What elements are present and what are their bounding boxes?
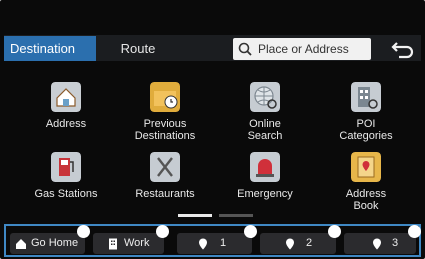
- menu-online-search[interactable]: Online Search: [215, 82, 315, 142]
- menu-online-search-label: Online Search: [247, 118, 283, 142]
- office-building-icon: [109, 238, 117, 250]
- page-indicator: [219, 214, 253, 217]
- go-home-label: Go Home: [31, 237, 79, 249]
- menu-emergency[interactable]: Emergency: [215, 152, 315, 200]
- favorite-3-button[interactable]: 3: [344, 225, 421, 254]
- address-book-icon: [351, 152, 381, 182]
- tab-route[interactable]: Route: [98, 36, 178, 61]
- add-icon[interactable]: [328, 225, 341, 238]
- menu-previous-destinations-label: Previous Destinations: [134, 118, 196, 142]
- menu-address[interactable]: Address: [16, 82, 116, 130]
- menu-restaurants[interactable]: Restaurants: [115, 152, 215, 200]
- search-icon: [238, 42, 252, 56]
- house-icon: [51, 82, 81, 112]
- favorite-2-label: 2: [306, 237, 313, 249]
- favorite-2-button[interactable]: 2: [260, 225, 341, 254]
- menu-previous-destinations[interactable]: Previous Destinations: [115, 82, 215, 142]
- menu-restaurants-label: Restaurants: [135, 188, 195, 200]
- menu-address-label: Address: [45, 118, 87, 130]
- add-icon[interactable]: [77, 225, 90, 238]
- back-icon[interactable]: [386, 38, 418, 60]
- pin-star-icon: [373, 238, 381, 250]
- fork-knife-icon: [150, 152, 180, 182]
- menu-emergency-label: Emergency: [237, 188, 293, 200]
- add-icon[interactable]: [156, 225, 169, 238]
- search-placeholder: Place or Address: [258, 42, 349, 56]
- favorite-3-label: 3: [392, 237, 399, 249]
- building-icon: [351, 82, 381, 112]
- menu-poi-categories-label: POI Categories: [339, 118, 393, 142]
- page-indicator-active: [178, 214, 212, 217]
- search-box[interactable]: Place or Address: [233, 38, 371, 60]
- menu-address-book-label: Address Book: [345, 188, 387, 212]
- add-icon[interactable]: [244, 225, 257, 238]
- work-button[interactable]: Work: [93, 225, 169, 254]
- home-icon: [16, 239, 26, 249]
- work-label: Work: [124, 237, 150, 249]
- globe-icon: [250, 82, 280, 112]
- siren-icon: [250, 152, 280, 182]
- menu-gas-stations-label: Gas Stations: [34, 188, 98, 200]
- gas-pump-icon: [51, 152, 81, 182]
- menu-gas-stations[interactable]: Gas Stations: [16, 152, 116, 200]
- favorite-1-label: 1: [220, 237, 227, 249]
- menu-address-book[interactable]: Address Book: [316, 152, 416, 212]
- tab-destination[interactable]: Destination: [4, 36, 96, 61]
- pin-star-icon: [286, 238, 294, 250]
- menu-poi-categories[interactable]: POI Categories: [316, 82, 416, 142]
- pin-star-icon: [199, 238, 207, 250]
- favorite-1-button[interactable]: 1: [177, 225, 257, 254]
- add-icon[interactable]: [408, 225, 421, 238]
- folder-clock-icon: [150, 82, 180, 112]
- go-home-button[interactable]: Go Home: [10, 225, 90, 254]
